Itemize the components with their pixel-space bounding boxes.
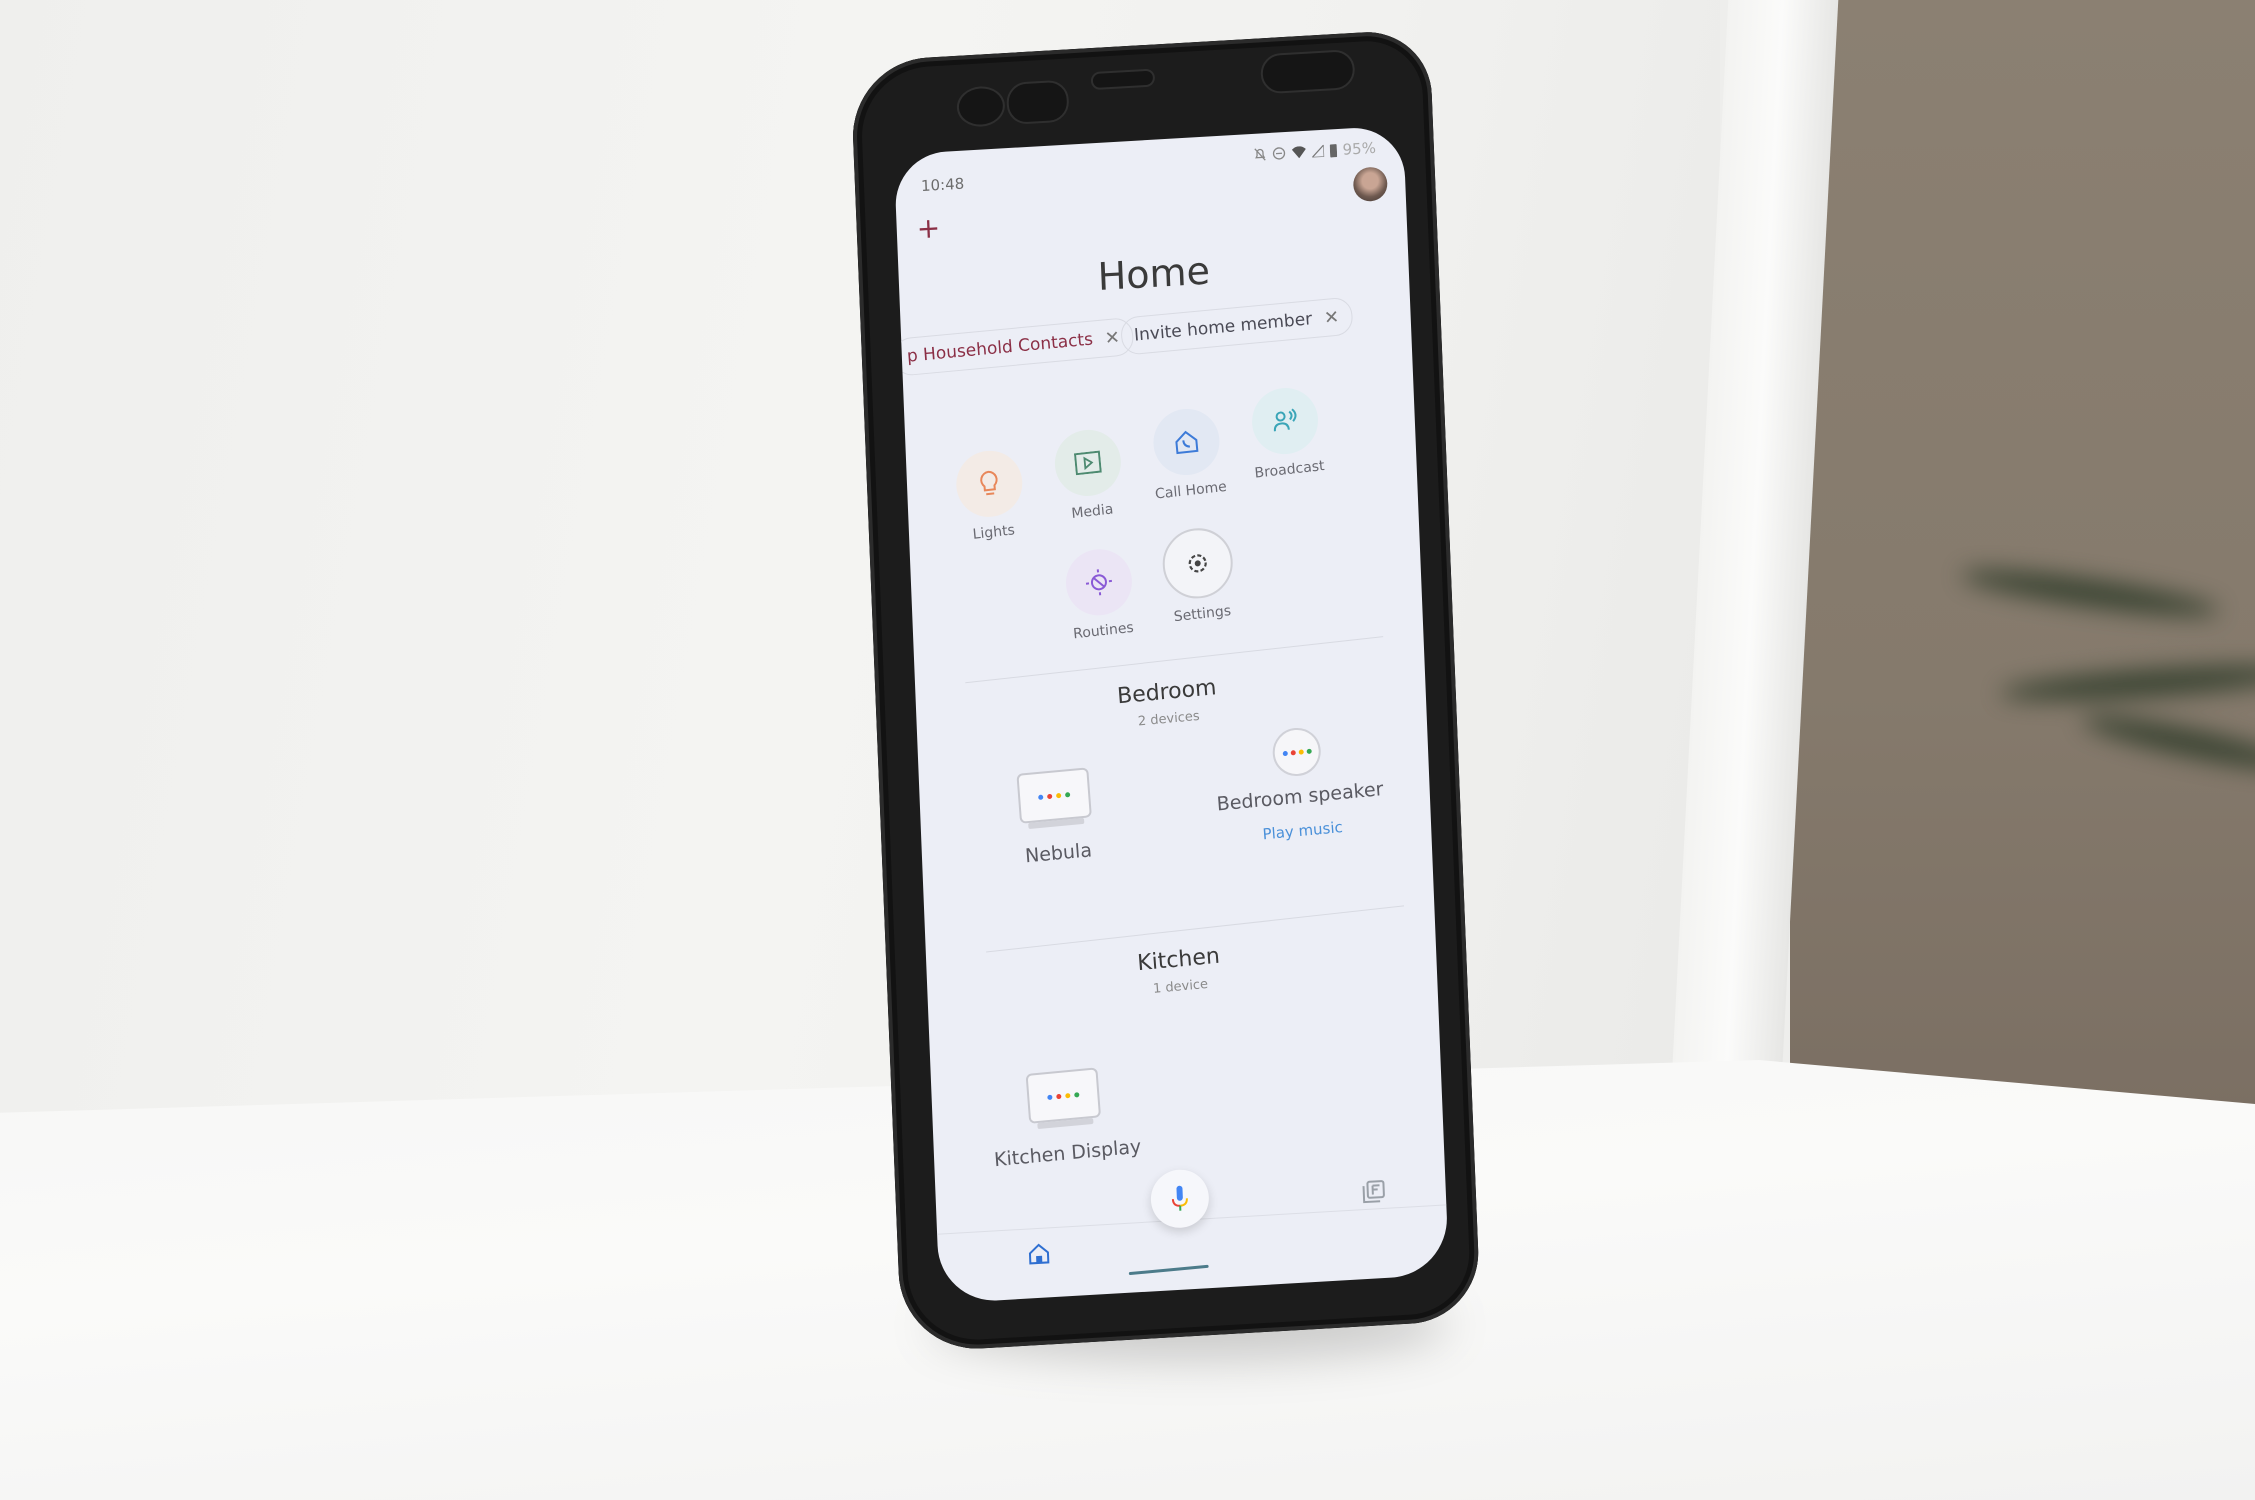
feed-tab-icon[interactable]: [1361, 1179, 1386, 1210]
home-tab-icon[interactable]: [1028, 1242, 1051, 1271]
face-sensor: [1005, 79, 1070, 126]
microphone-icon: [1171, 1185, 1188, 1211]
phone-screen: 10:48 95% + Home p Household Contacts ✕ …: [893, 125, 1450, 1304]
device-kitchen-display[interactable]: Kitchen Display: [972, 1062, 1158, 1172]
display-device-icon: [1025, 1067, 1102, 1124]
assistant-dot: [1074, 1091, 1080, 1098]
assistant-dot: [1056, 1093, 1062, 1099]
background-plant: [1959, 560, 2255, 800]
device-name: Kitchen Display: [993, 1135, 1142, 1172]
earpiece: [1090, 68, 1156, 91]
assistant-dot: [1065, 1092, 1071, 1098]
assistant-dot: [1047, 1094, 1053, 1100]
front-camera: [956, 85, 1006, 128]
phone: 10:48 95% + Home p Household Contacts ✕ …: [850, 28, 1481, 1353]
room-kitchen: Kitchen 1 device Kitchen Display: [894, 125, 1449, 1262]
radar-sensor: [1260, 48, 1356, 95]
